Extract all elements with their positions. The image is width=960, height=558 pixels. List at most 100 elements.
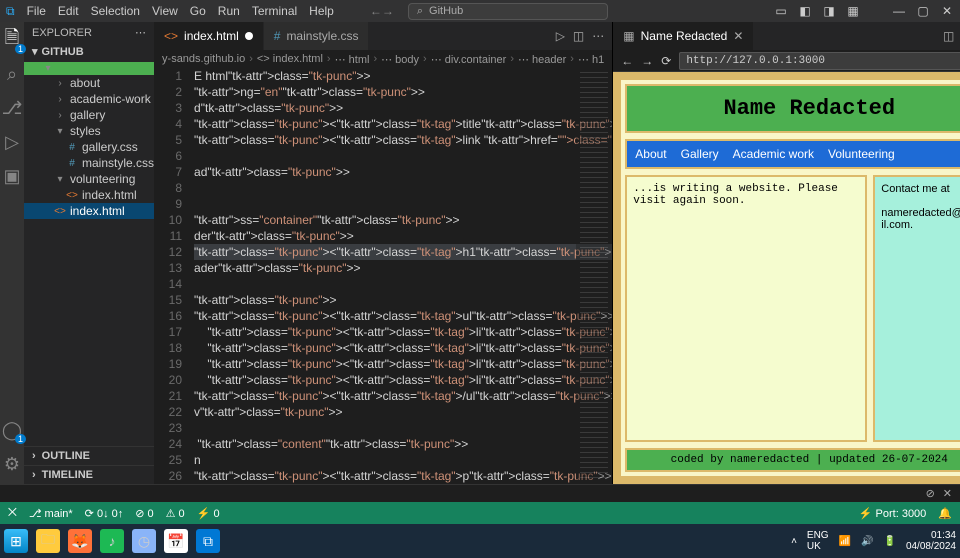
status-bar: ⨉ ⎇ main* ⟳ 0↓ 0↑ ⊘ 0 ⚠ 0 ⚡ 0 ⚡ Port: 30… [0,502,960,524]
vscode-icon: ⧉ [6,4,15,19]
search-text: GitHub [429,5,463,17]
menu-go[interactable]: Go [190,4,206,18]
menu-run[interactable]: Run [218,4,240,18]
live-port[interactable]: ⚡ Port: 3000 [859,507,927,520]
timeline-panel[interactable]: ›TIMELINE [24,465,154,484]
debug-icon[interactable]: ▷ [0,130,24,154]
menu-file[interactable]: File [27,4,46,18]
nav-about[interactable]: About [635,147,666,161]
tb-vscode[interactable]: ⧉ [196,529,220,553]
account-icon[interactable]: ◯1 [0,418,24,442]
remote-icon[interactable]: ⨉ [8,507,17,520]
browser-fwd-icon[interactable]: → [641,54,653,68]
more-icon[interactable]: ⋯ [135,26,146,39]
command-center[interactable]: ⌕ GitHub [408,3,608,20]
nav-volunteering[interactable]: Volunteering [828,147,895,161]
tb-firefox[interactable]: 🦊 [68,529,92,553]
scm-icon[interactable]: ⎇ [0,96,24,120]
tray-volume-icon[interactable]: 🔊 [861,536,873,547]
page-main: ...is writing a website. Please visit ag… [625,175,867,442]
window-max-icon[interactable]: ▢ [916,4,930,18]
file-tree: ▾›about›academic-work›gallery▾styles#gal… [24,60,154,221]
nav-fwd-icon[interactable]: → [382,4,394,18]
window-min-icon[interactable]: — [892,4,906,18]
start-icon[interactable]: ⊞ [4,529,28,553]
page-aside: Contact me at nameredacted@gmail.com. [873,175,960,442]
warnings[interactable]: ⚠ 0 [166,507,185,520]
tb-explorer[interactable]: 🗀 [36,529,60,553]
menu-help[interactable]: Help [309,4,334,18]
activity-bar: 🗎1 ⌕ ⎇ ▷ ▣ ◯1 ⚙ [0,22,24,484]
split-icon[interactable]: ◫ [573,29,584,43]
outline-panel[interactable]: ›OUTLINE [24,446,154,465]
nav-back-icon[interactable]: ← [370,4,382,18]
tree-item[interactable]: ›about [24,75,154,91]
window-close-icon[interactable]: ✕ [940,4,954,18]
explorer-icon[interactable]: 🗎1 [0,28,24,52]
nav-gallery[interactable]: Gallery [681,147,719,161]
errors[interactable]: ⊘ 0 [135,507,153,520]
tray-wifi-icon[interactable]: 📶 [839,536,851,547]
layout-panel-icon[interactable]: ◧ [798,4,812,18]
tree-item[interactable]: ▾volunteering [24,171,154,187]
editor-tabs: <>index.html#mainstyle.css ▷ ◫ ⋯ [154,22,612,50]
window-controls: ▭ ◧ ◨ ▦ — ▢ ✕ [774,4,954,18]
page-title: Name Redacted [625,84,960,133]
taskbar: ⊞ 🗀 🦊 ♪ ◷ 📅 ⧉ ˄ ENGUK 📶 🔊 🔋 01:3404/08/2… [0,524,960,558]
tb-app6[interactable]: 📅 [164,529,188,553]
preview-toolbar: ← → ⟳ http://127.0.0.1:3000 ⤢ ≡ [613,50,960,72]
tb-app5[interactable]: ◷ [132,529,156,553]
browser-back-icon[interactable]: ← [621,54,633,68]
tray-clock[interactable]: 01:3404/08/2024 [906,530,956,552]
nav-academic[interactable]: Academic work [733,147,814,161]
sidebar-folder[interactable]: ▾GITHUB [24,43,154,60]
editor-tab[interactable]: #mainstyle.css [264,22,370,50]
tray-lang[interactable]: ENGUK [807,530,829,552]
git-sync[interactable]: ⟳ 0↓ 0↑ [85,507,124,520]
menu-view[interactable]: View [152,4,178,18]
extensions-icon[interactable]: ▣ [0,164,24,188]
layout-grid-icon[interactable]: ▦ [846,4,860,18]
tree-item[interactable]: ›academic-work [24,91,154,107]
page-nav: About Gallery Academic work Volunteering [625,139,960,169]
tree-item[interactable]: <>index.html [24,187,154,203]
editor-area: <>index.html#mainstyle.css ▷ ◫ ⋯ y-sands.g… [154,22,960,484]
sidebar: EXPLORER⋯ ▾GITHUB ▾›about›academic-work›… [24,22,154,484]
minimap[interactable] [576,68,612,484]
split-icon[interactable]: ◫ [943,29,954,43]
layout-sidebar-icon[interactable]: ◨ [822,4,836,18]
close-icon[interactable]: ✕ [733,29,743,43]
tree-item[interactable]: #mainstyle.css [24,155,154,171]
panel-header: ⊘ ✕ [0,484,960,502]
more-icon[interactable]: ⋯ [592,29,604,43]
breadcrumb[interactable]: y-sands.github.io›<> index.html›⋯ html›⋯… [154,50,612,68]
gear-icon[interactable]: ⚙ [0,452,24,476]
tray-chevron-icon[interactable]: ˄ [791,536,797,547]
bell-icon[interactable]: 🔔 [938,507,952,520]
run-icon[interactable]: ▷ [556,29,565,43]
code-editor[interactable]: 1234567891011121314151617181920212223242… [154,68,612,484]
layout-editor-icon[interactable]: ▭ [774,4,788,18]
browser-reload-icon[interactable]: ⟳ [661,54,671,68]
menu-selection[interactable]: Selection [91,4,140,18]
contact-email[interactable]: nameredacted@gmail.com. [881,207,960,231]
tray-battery-icon[interactable]: 🔋 [883,536,895,547]
menu-edit[interactable]: Edit [58,4,79,18]
preview-icon: ▦ [623,29,634,43]
tree-item[interactable]: #gallery.css [24,139,154,155]
tb-spotify[interactable]: ♪ [100,529,124,553]
editor-tab[interactable]: <>index.html [154,22,264,50]
tree-item[interactable]: ▾styles [24,123,154,139]
tree-item[interactable]: <>index.html [24,203,154,219]
panel-close-icon[interactable]: ✕ [943,487,952,500]
preview-tab[interactable]: ▦ Name Redacted ✕ [613,22,753,50]
tree-item[interactable]: ▾ [24,62,154,75]
menu-terminal[interactable]: Terminal [252,4,297,18]
page-footer: coded by nameredacted | updated 26-07-20… [625,448,960,472]
url-bar[interactable]: http://127.0.0.1:3000 [679,52,960,70]
git-branch[interactable]: ⎇ main* [29,507,73,520]
search-tab-icon[interactable]: ⌕ [0,62,24,86]
ports[interactable]: ⚡ 0 [197,507,220,520]
panel-clear-icon[interactable]: ⊘ [926,487,935,500]
tree-item[interactable]: ›gallery [24,107,154,123]
